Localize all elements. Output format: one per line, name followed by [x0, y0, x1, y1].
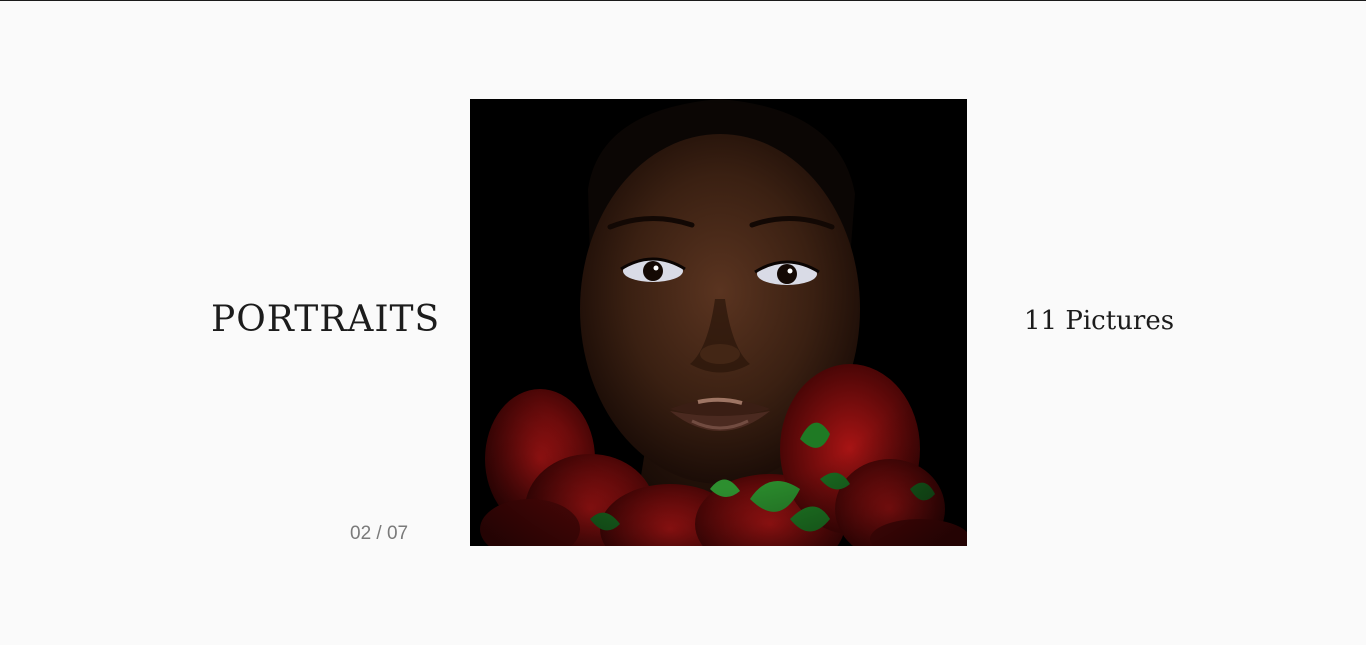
portrait-image[interactable] [470, 99, 967, 546]
top-rule [0, 0, 1366, 1]
picture-count: 11 Pictures [1024, 306, 1175, 336]
portrait-illustration [470, 99, 967, 546]
slide-counter: 02 / 07 [350, 523, 409, 544]
gallery-title[interactable]: PORTRAITS [211, 296, 440, 344]
